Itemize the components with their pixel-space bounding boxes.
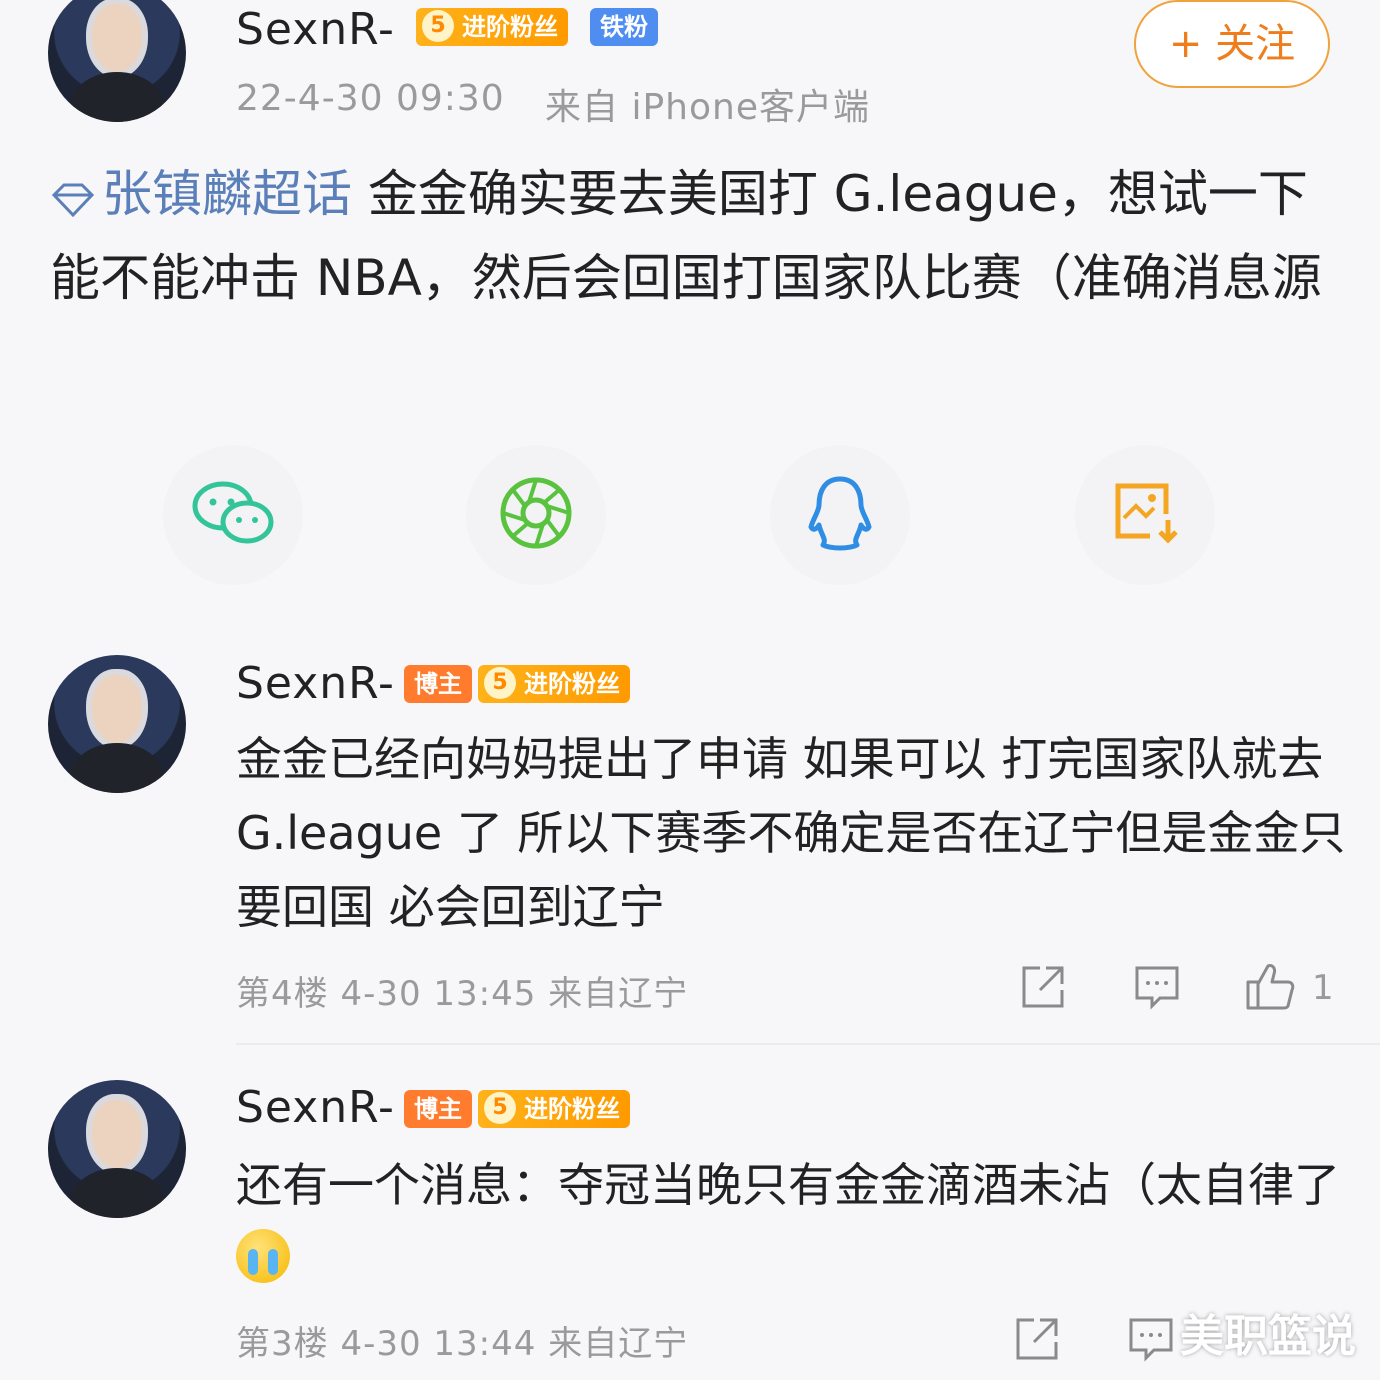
post-time: 22-4-30 09:30 xyxy=(236,78,505,119)
wechat-icon xyxy=(191,478,275,552)
follow-button[interactable]: + 关注 xyxy=(1134,0,1330,88)
comment-meta: 第4楼 4-30 13:45 来自辽宁 xyxy=(236,974,689,1014)
comment-divider xyxy=(236,1043,1380,1045)
qq-icon xyxy=(807,475,873,555)
comment-icon[interactable] xyxy=(1128,1316,1174,1366)
fan-level-badge: 5 进阶粉丝 xyxy=(416,8,568,46)
share-moments-button[interactable] xyxy=(466,445,606,585)
like-icon[interactable] xyxy=(1244,960,1296,1016)
save-image-button[interactable] xyxy=(1075,445,1215,585)
post-body: 张镇麟超话 金金确实要去美国打 G.league，想试一下能不能冲击 NBA，然… xyxy=(50,155,1330,317)
share-icon[interactable] xyxy=(1014,1316,1060,1366)
like-count: 1 xyxy=(1312,968,1334,1008)
save-image-icon xyxy=(1110,478,1180,552)
fan-level-label: 进阶粉丝 xyxy=(524,1095,620,1123)
host-badge: 博主 xyxy=(404,665,472,703)
crying-emoji-icon xyxy=(236,1229,290,1283)
share-icon[interactable] xyxy=(1020,964,1066,1014)
comment-avatar[interactable] xyxy=(48,655,186,793)
fan-level-number: 5 xyxy=(484,1092,516,1124)
fan-level-label: 进阶粉丝 xyxy=(524,670,620,698)
comment-text-content: 还有一个消息：夺冠当晚只有金金滴酒未沾（太自律了 xyxy=(236,1158,1340,1212)
comment-author[interactable]: SexnR- xyxy=(236,1082,395,1133)
fan-level-label: 进阶粉丝 xyxy=(462,13,558,41)
comment-avatar[interactable] xyxy=(48,1080,186,1218)
fan-level-badge: 5 进阶粉丝 xyxy=(478,665,630,703)
host-badge: 博主 xyxy=(404,1090,472,1128)
share-wechat-button[interactable] xyxy=(163,445,303,585)
post-source: 来自 iPhone客户端 xyxy=(545,87,870,128)
iron-fan-badge: 铁粉 xyxy=(590,8,658,46)
comment-meta: 第3楼 4-30 13:44 来自辽宁 xyxy=(236,1324,689,1364)
author-name[interactable]: SexnR- xyxy=(236,4,395,55)
author-avatar[interactable] xyxy=(48,0,186,122)
super-topic-icon xyxy=(50,161,96,239)
comment-text: 金金已经向妈妈提出了申请 如果可以 打完国家队就去 G.league 了 所以下… xyxy=(236,732,1346,934)
comment-icon[interactable] xyxy=(1134,964,1180,1014)
fan-level-badge: 5 进阶粉丝 xyxy=(478,1090,630,1128)
share-qq-button[interactable] xyxy=(770,445,910,585)
moments-icon xyxy=(499,476,573,554)
comment-text: 还有一个消息：夺冠当晚只有金金滴酒未沾（太自律了 xyxy=(236,1148,1346,1296)
fan-level-number: 5 xyxy=(422,10,454,42)
watermark: 美职篮说 xyxy=(1180,1311,1356,1362)
fan-level-number: 5 xyxy=(484,667,516,699)
comment-author[interactable]: SexnR- xyxy=(236,658,395,709)
super-topic-link[interactable]: 张镇麟超话 xyxy=(102,165,352,223)
